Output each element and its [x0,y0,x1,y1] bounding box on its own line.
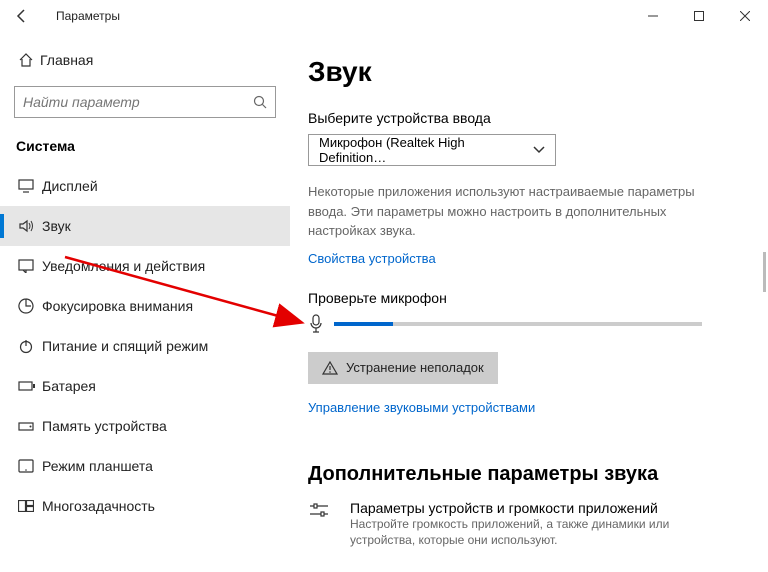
nav-label: Режим планшета [42,458,153,474]
mic-level-bar [334,322,702,326]
nav: Дисплей Звук Уведомления и действия Фоку… [0,166,290,526]
nav-label: Многозадачность [42,498,155,514]
close-button[interactable] [722,0,768,32]
nav-label: Уведомления и действия [42,258,205,274]
nav-focus[interactable]: Фокусировка внимания [0,286,290,326]
maximize-button[interactable] [676,0,722,32]
microphone-icon [308,314,334,334]
sound-icon [18,216,42,236]
back-button[interactable] [8,8,36,24]
nav-label: Батарея [42,378,96,394]
nav-sound[interactable]: Звук [0,206,290,246]
battery-icon [18,376,42,396]
select-value: Микрофон (Realtek High Definition… [319,135,533,165]
search-input[interactable] [23,94,253,110]
search-box[interactable] [14,86,276,118]
advanced-heading: Дополнительные параметры звука [308,463,732,486]
notifications-icon [18,256,42,276]
nav-battery[interactable]: Батарея [0,366,290,406]
main-content: Звук Выберите устройства ввода Микрофон … [290,32,768,572]
sidebar: Главная Система Дисплей Звук Уведомления… [0,32,290,572]
nav-storage[interactable]: Память устройства [0,406,290,446]
app-volume-row[interactable]: Параметры устройств и громкости приложен… [308,500,732,550]
search-icon [253,95,267,109]
scrollbar[interactable] [763,252,766,292]
multitasking-icon [18,496,42,516]
nav-display[interactable]: Дисплей [0,166,290,206]
storage-icon [18,416,42,436]
warning-icon [322,361,338,375]
home-button[interactable]: Главная [0,42,290,78]
power-icon [18,336,42,356]
troubleshoot-button[interactable]: Устранение неполадок [308,352,498,384]
home-icon [18,52,40,68]
nav-notifications[interactable]: Уведомления и действия [0,246,290,286]
nav-label: Память устройства [42,418,167,434]
focus-icon [18,296,42,316]
titlebar: Параметры [0,0,768,32]
chevron-down-icon [533,146,545,154]
troubleshoot-label: Устранение неполадок [346,360,484,375]
nav-label: Звук [42,218,71,234]
device-properties-link[interactable]: Свойства устройства [308,251,436,266]
home-label: Главная [40,52,93,68]
nav-tablet[interactable]: Режим планшета [0,446,290,486]
tablet-icon [18,456,42,476]
manage-devices-link[interactable]: Управление звуковыми устройствами [308,400,535,415]
app-volume-title: Параметры устройств и громкости приложен… [350,500,710,516]
page-title: Звук [308,56,732,88]
sliders-icon [308,500,338,550]
nav-label: Дисплей [42,178,98,194]
input-description: Некоторые приложения используют настраив… [308,182,718,241]
category-heading: Система [0,130,290,166]
input-device-label: Выберите устройства ввода [308,110,732,126]
nav-power[interactable]: Питание и спящий режим [0,326,290,366]
input-device-select[interactable]: Микрофон (Realtek High Definition… [308,134,556,166]
window-title: Параметры [56,9,120,23]
minimize-button[interactable] [630,0,676,32]
mic-level-row [308,314,732,334]
app-volume-desc: Настройте громкость приложений, а также … [350,516,710,550]
test-mic-label: Проверьте микрофон [308,290,732,306]
nav-label: Питание и спящий режим [42,338,208,354]
nav-label: Фокусировка внимания [42,298,193,314]
nav-multitasking[interactable]: Многозадачность [0,486,290,526]
display-icon [18,176,42,196]
